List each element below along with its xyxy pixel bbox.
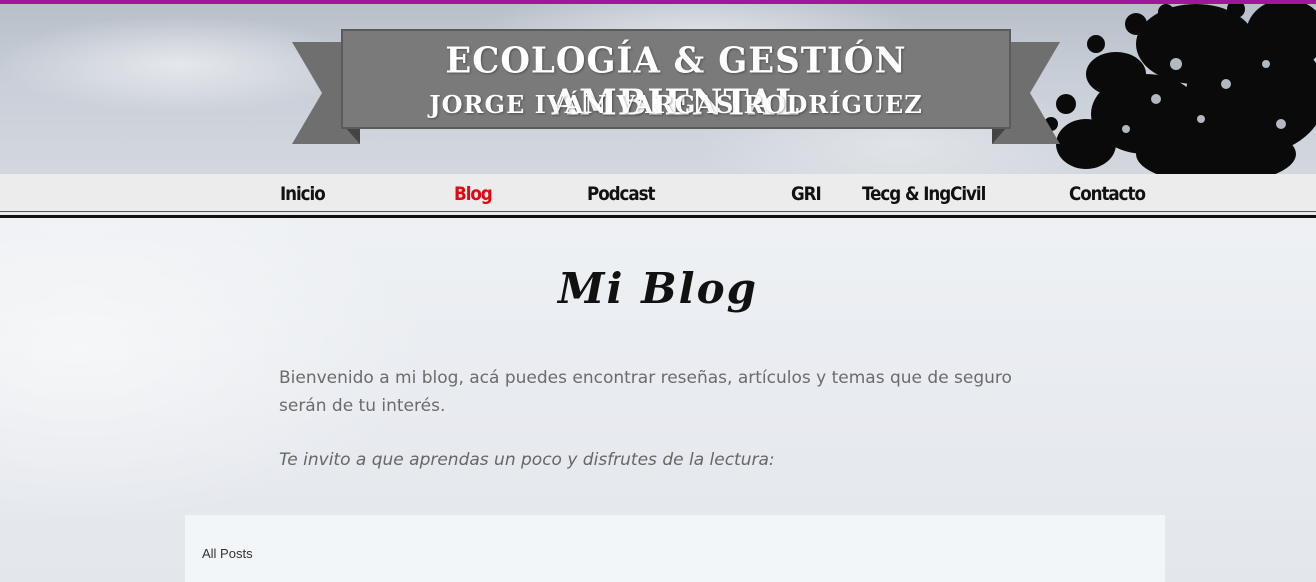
page-title: Mi Blog xyxy=(558,264,758,313)
tree-silhouette-image xyxy=(1044,4,1316,174)
all-posts-filter-link[interactable]: All Posts xyxy=(202,546,253,561)
nav-item-blog[interactable]: Blog xyxy=(454,183,493,205)
nav-item-gri[interactable]: GRI xyxy=(791,183,822,205)
blog-intro-text: Bienvenido a mi blog, acá puedes encontr… xyxy=(279,368,1012,416)
blog-invite-text: Te invito a que aprendas un poco y disfr… xyxy=(279,450,775,470)
nav-item-podcast[interactable]: Podcast xyxy=(587,183,656,205)
nav-item-inicio[interactable]: Inicio xyxy=(280,183,326,205)
nav-item-tecg-ingcivil[interactable]: Tecg & IngCivil xyxy=(862,183,986,205)
site-subtitle: JORGE IVÁN VARGAS RODRÍGUEZ xyxy=(429,90,923,119)
posts-panel xyxy=(185,515,1165,582)
nav-item-contacto[interactable]: Contacto xyxy=(1069,183,1146,205)
